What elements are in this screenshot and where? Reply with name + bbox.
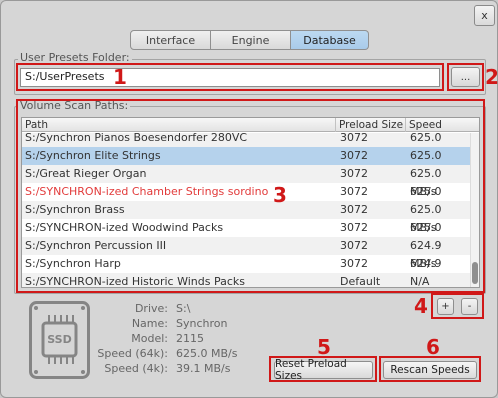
annotation-number-1: 1 [113, 65, 127, 89]
drive-info-key: Model: [131, 332, 168, 345]
annotation-number-2: 2 [485, 65, 498, 89]
annotation-box-3 [16, 99, 485, 293]
close-button[interactable]: x [474, 5, 495, 26]
drive-info-key: Speed (4k): [104, 362, 168, 375]
drive-info-value: Synchron [176, 317, 228, 330]
tab-bar: Interface Engine Database [130, 30, 369, 50]
annotation-box-2 [447, 63, 484, 91]
drive-info-value: 625.0 MB/s [176, 347, 238, 360]
drive-info-value: S:\ [176, 302, 191, 315]
drive-info-row-drive: Drive: S:\ [63, 301, 313, 316]
annotation-box-1 [16, 63, 444, 91]
drive-info-key: Speed (64k): [97, 347, 168, 360]
annotation-number-4: 4 [414, 294, 428, 318]
annotation-box-4 [431, 293, 484, 319]
annotation-box-5 [269, 356, 377, 382]
drive-info-value: 39.1 MB/s [176, 362, 231, 375]
drive-info-row-name: Name: Synchron [63, 316, 313, 331]
annotation-number-5: 5 [317, 335, 331, 359]
annotation-box-6 [379, 356, 481, 382]
tab-interface[interactable]: Interface [130, 30, 211, 50]
annotation-number-3: 3 [273, 183, 287, 207]
drive-info-row-model: Model: 2115 [63, 331, 313, 346]
close-icon: x [481, 9, 488, 22]
drive-info-value: 2115 [176, 332, 204, 345]
tab-engine[interactable]: Engine [211, 30, 291, 50]
tab-database[interactable]: Database [291, 30, 369, 50]
drive-info-key: Name: [131, 317, 168, 330]
preferences-window: x Interface Engine Database User Presets… [0, 0, 498, 398]
annotation-number-6: 6 [426, 335, 440, 359]
drive-info-key: Drive: [134, 302, 168, 315]
